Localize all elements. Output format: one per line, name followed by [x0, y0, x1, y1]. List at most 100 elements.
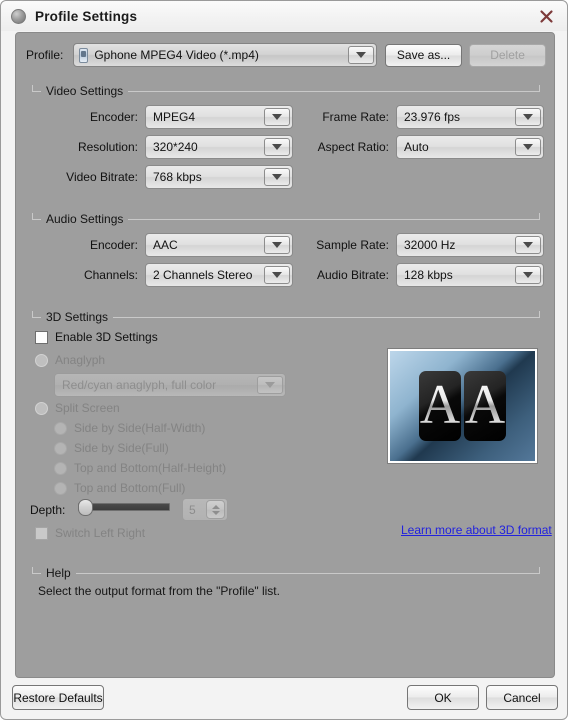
depth-label: Depth:: [30, 503, 66, 517]
field-video-encoder: Encoder: MPEG4: [32, 105, 293, 129]
frame-rate-select[interactable]: 23.976 fps: [396, 105, 544, 129]
aspect-ratio-value: Auto: [404, 140, 429, 154]
radio-circle: [35, 401, 48, 415]
audio-channels-select[interactable]: 2 Channels Stereo: [145, 263, 293, 287]
learn-more-3d-link[interactable]: Learn more about 3D format: [401, 523, 552, 537]
checkbox-box: [35, 526, 48, 540]
aspect-ratio-select[interactable]: Auto: [396, 135, 544, 159]
dialog-footer: Restore Defaults OK Cancel: [1, 677, 567, 719]
sphere-icon: [11, 8, 26, 24]
help-title: Help: [41, 566, 76, 580]
split-option-top-bottom-half: Top and Bottom(Half-Height): [54, 461, 226, 475]
video-bitrate-select[interactable]: 768 kbps: [145, 165, 293, 189]
radio-circle: [54, 461, 67, 475]
stepper-arrows-icon: [206, 500, 225, 519]
sample-rate-value: 32000 Hz: [404, 238, 456, 252]
split-option-top-bottom-full: Top and Bottom(Full): [54, 481, 185, 495]
split-option-label: Top and Bottom(Full): [74, 481, 186, 495]
frame-rate-value: 23.976 fps: [404, 110, 461, 124]
chevron-down-icon[interactable]: [348, 46, 375, 64]
help-group: Help: [32, 566, 540, 666]
radio-circle: [54, 481, 67, 495]
depth-stepper: 5: [182, 498, 228, 521]
save-as-button[interactable]: Save as...: [385, 43, 463, 67]
field-video-bitrate: Video Bitrate: 768 kbps: [32, 165, 293, 189]
profile-value: Gphone MPEG4 Video (*.mp4): [94, 48, 259, 62]
three-d-settings-title: 3D Settings: [41, 310, 114, 324]
settings-panel: Profile: Gphone MPEG4 Video (*.mp4) Save…: [15, 32, 555, 678]
help-text: Select the output format from the "Profi…: [38, 584, 280, 598]
video-resolution-label: Resolution:: [77, 140, 138, 154]
anaglyph-radio: Anaglyph: [35, 353, 105, 367]
radio-circle: [54, 441, 67, 455]
chevron-down-icon[interactable]: [515, 236, 541, 254]
profile-label: Profile:: [26, 48, 64, 62]
anaglyph-mode-value: Red/cyan anaglyph, full color: [62, 378, 217, 392]
preview-tile-left: A: [419, 371, 461, 441]
audio-encoder-value: AAC: [153, 238, 178, 252]
switch-left-right-checkbox: Switch Left Right: [35, 526, 145, 540]
audio-bitrate-select[interactable]: 128 kbps: [396, 263, 544, 287]
split-option-label: Side by Side(Full): [74, 441, 169, 455]
preview-tile-right: A: [464, 371, 506, 441]
audio-bitrate-value: 128 kbps: [404, 268, 453, 282]
chevron-down-icon[interactable]: [515, 138, 541, 156]
profile-select[interactable]: Gphone MPEG4 Video (*.mp4): [73, 43, 378, 67]
split-option-label: Top and Bottom(Half-Height): [74, 461, 227, 475]
enable-3d-label: Enable 3D Settings: [55, 330, 158, 344]
audio-channels-value: 2 Channels Stereo: [153, 268, 253, 282]
video-encoder-label: Encoder:: [89, 110, 138, 124]
chevron-down-icon[interactable]: [515, 108, 541, 126]
radio-circle: [54, 421, 67, 435]
preview-letter: A: [419, 374, 461, 436]
field-audio-encoder: Encoder: AAC: [32, 233, 293, 257]
video-bitrate-value: 768 kbps: [153, 170, 202, 184]
audio-encoder-select[interactable]: AAC: [145, 233, 293, 257]
audio-encoder-label: Encoder:: [89, 238, 138, 252]
three-d-preview-image: A A: [388, 349, 537, 463]
video-settings-title: Video Settings: [41, 84, 129, 98]
ok-button[interactable]: OK: [407, 685, 479, 710]
frame-rate-label: Frame Rate:: [322, 110, 389, 124]
delete-button: Delete: [469, 43, 546, 67]
field-sample-rate: Sample Rate: 32000 Hz: [284, 233, 544, 257]
anaglyph-label: Anaglyph: [55, 353, 106, 367]
enable-3d-checkbox[interactable]: Enable 3D Settings: [35, 330, 158, 344]
field-audio-bitrate: Audio Bitrate: 128 kbps: [284, 263, 544, 287]
split-screen-label: Split Screen: [55, 401, 120, 415]
chevron-down-icon: [257, 376, 283, 394]
video-resolution-value: 320*240: [153, 140, 198, 154]
video-encoder-select[interactable]: MPEG4: [145, 105, 293, 129]
sample-rate-label: Sample Rate:: [316, 238, 389, 252]
chevron-down-icon[interactable]: [515, 266, 541, 284]
field-audio-channels: Channels: 2 Channels Stereo: [32, 263, 293, 287]
split-option-label: Side by Side(Half-Width): [74, 421, 206, 435]
sample-rate-select[interactable]: 32000 Hz: [396, 233, 544, 257]
switch-left-right-label: Switch Left Right: [55, 526, 146, 540]
audio-settings-title: Audio Settings: [41, 212, 129, 226]
phone-icon: [79, 47, 89, 63]
depth-value: 5: [189, 502, 196, 517]
depth-slider-thumb[interactable]: [78, 499, 93, 516]
chevron-down-icon[interactable]: [264, 168, 290, 186]
audio-channels-label: Channels:: [83, 268, 138, 282]
split-option-side-by-side-half: Side by Side(Half-Width): [54, 421, 205, 435]
preview-letter: A: [464, 374, 506, 436]
profile-row: Profile: Gphone MPEG4 Video (*.mp4) Save…: [26, 42, 546, 68]
field-video-resolution: Resolution: 320*240: [32, 135, 293, 159]
anaglyph-mode-select: Red/cyan anaglyph, full color: [54, 373, 286, 397]
radio-circle: [35, 353, 48, 367]
field-frame-rate: Frame Rate: 23.976 fps: [284, 105, 544, 129]
cancel-button[interactable]: Cancel: [486, 685, 558, 710]
profile-settings-dialog: Profile Settings Profile: Gphone MPEG4 V…: [0, 0, 568, 720]
video-resolution-select[interactable]: 320*240: [145, 135, 293, 159]
page-title: Profile Settings: [35, 8, 138, 24]
aspect-ratio-label: Aspect Ratio:: [317, 140, 389, 154]
video-encoder-value: MPEG4: [153, 110, 196, 124]
close-icon[interactable]: [533, 4, 559, 28]
checkbox-box: [35, 330, 48, 344]
restore-defaults-button[interactable]: Restore Defaults: [12, 685, 104, 710]
audio-bitrate-label: Audio Bitrate:: [316, 268, 389, 282]
video-bitrate-label: Video Bitrate:: [66, 170, 138, 184]
field-aspect-ratio: Aspect Ratio: Auto: [284, 135, 544, 159]
